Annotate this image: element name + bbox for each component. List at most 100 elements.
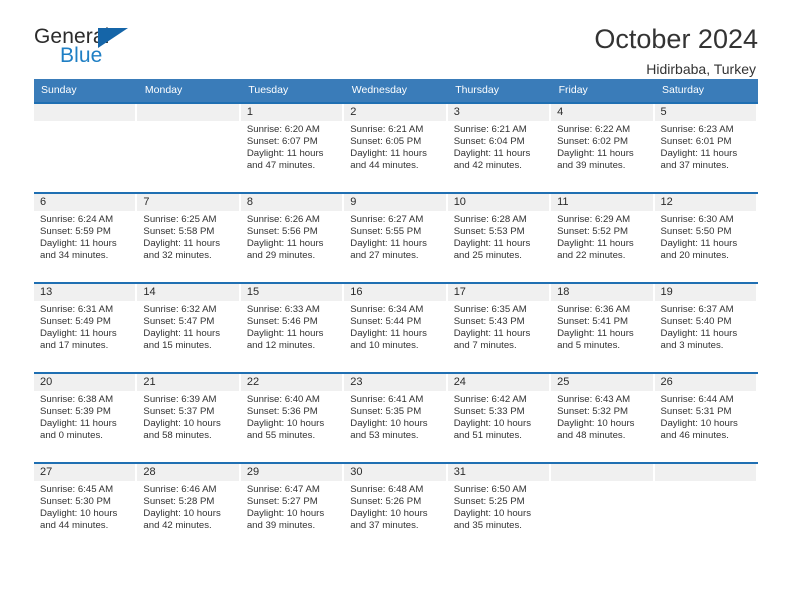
page-subtitle: Hidirbaba, Turkey xyxy=(646,61,756,78)
day-number: 26 xyxy=(654,374,758,391)
sunrise-text: Sunrise: 6:50 AM xyxy=(453,484,527,495)
calendar-day-cell[interactable]: 5 Sunrise: 6:23 AM Sunset: 6:01 PM Daylight… xyxy=(654,102,758,193)
weekday-header-row: Sunday Monday Tuesday Wednesday Thursday… xyxy=(34,79,759,103)
day-number: 28 xyxy=(137,464,241,481)
calendar-day-cell[interactable]: 14 Sunrise: 6:32 AM Sunset: 5:47 PM Dayligh… xyxy=(137,282,241,373)
day-cell-inner: 23 Sunrise: 6:41 AM Sunset: 5:35 PM Dayligh… xyxy=(344,374,448,462)
calendar-day-cell[interactable]: 8 Sunrise: 6:26 AM Sunset: 5:56 PM Daylight… xyxy=(240,192,345,283)
day-cell-inner xyxy=(551,464,655,552)
calendar-day-cell[interactable]: 24 Sunrise: 6:42 AM Sunset: 5:33 PM Dayligh… xyxy=(447,372,552,463)
calendar-day-cell[interactable]: 12 Sunrise: 6:30 AM Sunset: 5:50 PM Dayligh… xyxy=(654,192,758,283)
day-details: Sunrise: 6:36 AM Sunset: 5:41 PM Daylight:… xyxy=(551,301,654,352)
day-number: 24 xyxy=(447,374,552,391)
daylight-text-line2: and 46 minutes. xyxy=(660,430,729,442)
day-number: 14 xyxy=(137,284,241,301)
calendar-day-cell[interactable]: 11 Sunrise: 6:29 AM Sunset: 5:52 PM Dayligh… xyxy=(551,192,655,283)
day-number: 16 xyxy=(344,284,448,301)
page-header: General Blue October 2024 Hidirbaba, Tur… xyxy=(34,0,758,77)
day-details: Sunrise: 6:23 AM Sunset: 6:01 PM Daylight:… xyxy=(655,121,758,172)
day-cell-inner: 9 Sunrise: 6:27 AM Sunset: 5:55 PM Daylight… xyxy=(344,194,448,282)
calendar-day-cell[interactable]: 6 Sunrise: 6:24 AM Sunset: 5:59 PM Daylight… xyxy=(34,192,138,283)
calendar-day-cell[interactable]: 30 Sunrise: 6:48 AM Sunset: 5:26 PM Dayligh… xyxy=(344,462,448,553)
calendar-day-cell[interactable]: 7 Sunrise: 6:25 AM Sunset: 5:58 PM Daylight… xyxy=(137,192,241,283)
daylight-text-line1: Daylight: 11 hours xyxy=(40,238,117,250)
calendar-day-cell[interactable]: 15 Sunrise: 6:33 AM Sunset: 5:46 PM Dayligh… xyxy=(240,282,345,373)
calendar-day-cell[interactable]: 19 Sunrise: 6:37 AM Sunset: 5:40 PM Dayligh… xyxy=(654,282,758,373)
daylight-text-line2: and 20 minutes. xyxy=(660,250,729,262)
calendar-day-cell[interactable]: 21 Sunrise: 6:39 AM Sunset: 5:37 PM Dayligh… xyxy=(137,372,241,463)
calendar-day-cell[interactable]: 23 Sunrise: 6:41 AM Sunset: 5:35 PM Dayligh… xyxy=(344,372,448,463)
calendar-day-cell[interactable]: 26 Sunrise: 6:44 AM Sunset: 5:31 PM Dayligh… xyxy=(654,372,758,463)
day-details: Sunrise: 6:47 AM Sunset: 5:27 PM Daylight:… xyxy=(241,481,344,532)
sunrise-text: Sunrise: 6:43 AM xyxy=(557,394,631,405)
calendar-day-cell[interactable]: 31 Sunrise: 6:50 AM Sunset: 5:25 PM Dayligh… xyxy=(447,462,552,553)
day-number: 18 xyxy=(551,284,655,301)
calendar-day-cell[interactable]: 20 Sunrise: 6:38 AM Sunset: 5:39 PM Dayligh… xyxy=(34,372,138,463)
calendar-day-cell[interactable]: 4 Sunrise: 6:22 AM Sunset: 6:02 PM Daylight… xyxy=(551,102,655,193)
calendar-body: 1 Sunrise: 6:20 AM Sunset: 6:07 PM Daylight… xyxy=(34,102,758,553)
daylight-text-line1: Daylight: 11 hours xyxy=(660,328,738,340)
calendar-day-cell[interactable]: 16 Sunrise: 6:34 AM Sunset: 5:44 PM Dayligh… xyxy=(344,282,448,373)
sunset-text: Sunset: 5:49 PM xyxy=(40,316,111,328)
daylight-text-line1: Daylight: 10 hours xyxy=(453,508,532,520)
calendar-day-cell[interactable]: 10 Sunrise: 6:28 AM Sunset: 5:53 PM Dayligh… xyxy=(447,192,552,283)
daylight-text-line2: and 58 minutes. xyxy=(143,430,212,442)
calendar-day-cell[interactable]: 27 Sunrise: 6:45 AM Sunset: 5:30 PM Dayligh… xyxy=(34,462,138,553)
day-number: 10 xyxy=(447,194,552,211)
day-cell-inner: 27 Sunrise: 6:45 AM Sunset: 5:30 PM Dayligh… xyxy=(34,464,138,552)
day-cell-inner: 28 Sunrise: 6:46 AM Sunset: 5:28 PM Dayligh… xyxy=(137,464,241,552)
weekday-header-tuesday: Tuesday xyxy=(240,79,345,103)
day-number: 17 xyxy=(447,284,552,301)
sunset-text: Sunset: 5:25 PM xyxy=(453,496,525,508)
sunrise-text: Sunrise: 6:30 AM xyxy=(660,214,734,225)
daylight-text-line1: Daylight: 11 hours xyxy=(660,238,738,250)
daylight-text-line2: and 32 minutes. xyxy=(143,250,212,262)
daylight-text-line2: and 47 minutes. xyxy=(246,160,316,172)
day-details: Sunrise: 6:50 AM Sunset: 5:25 PM Daylight:… xyxy=(448,481,551,532)
day-details: Sunrise: 6:29 AM Sunset: 5:52 PM Daylight:… xyxy=(551,211,654,262)
daylight-text-line1: Daylight: 11 hours xyxy=(350,148,427,160)
day-number: 29 xyxy=(240,464,345,481)
day-number: 9 xyxy=(344,194,448,211)
day-number: 3 xyxy=(447,104,552,121)
daylight-text-line1: Daylight: 10 hours xyxy=(40,508,118,520)
sunrise-text: Sunrise: 6:22 AM xyxy=(557,124,631,135)
calendar-day-cell-empty xyxy=(34,102,138,193)
sunrise-text: Sunrise: 6:47 AM xyxy=(246,484,320,495)
day-details: Sunrise: 6:38 AM Sunset: 5:39 PM Daylight:… xyxy=(34,391,137,442)
calendar-day-cell[interactable]: 13 Sunrise: 6:31 AM Sunset: 5:49 PM Dayligh… xyxy=(34,282,138,373)
day-number xyxy=(551,464,655,481)
calendar-day-cell[interactable]: 1 Sunrise: 6:20 AM Sunset: 6:07 PM Daylight… xyxy=(240,102,345,193)
daylight-text-line2: and 53 minutes. xyxy=(350,430,419,442)
day-number: 25 xyxy=(551,374,655,391)
day-cell-inner: 19 Sunrise: 6:37 AM Sunset: 5:40 PM Dayligh… xyxy=(654,284,758,372)
calendar-day-cell[interactable]: 22 Sunrise: 6:40 AM Sunset: 5:36 PM Dayligh… xyxy=(240,372,345,463)
day-details: Sunrise: 6:20 AM Sunset: 6:07 PM Daylight:… xyxy=(241,121,344,172)
calendar-day-cell[interactable]: 28 Sunrise: 6:46 AM Sunset: 5:28 PM Dayligh… xyxy=(137,462,241,553)
calendar-week-row: 1 Sunrise: 6:20 AM Sunset: 6:07 PM Daylight… xyxy=(34,102,758,193)
daylight-text-line1: Daylight: 10 hours xyxy=(660,418,738,430)
day-cell-inner: 25 Sunrise: 6:43 AM Sunset: 5:32 PM Dayligh… xyxy=(551,374,655,462)
sunset-text: Sunset: 6:01 PM xyxy=(660,136,732,148)
calendar-day-cell[interactable]: 2 Sunrise: 6:21 AM Sunset: 6:05 PM Daylight… xyxy=(344,102,448,193)
daylight-text-line2: and 17 minutes. xyxy=(40,340,109,352)
daylight-text-line1: Daylight: 10 hours xyxy=(246,508,325,520)
day-number: 19 xyxy=(654,284,758,301)
sunrise-text: Sunrise: 6:20 AM xyxy=(246,124,320,135)
calendar-week-row: 27 Sunrise: 6:45 AM Sunset: 5:30 PM Dayligh… xyxy=(34,462,758,553)
calendar-day-cell[interactable]: 25 Sunrise: 6:43 AM Sunset: 5:32 PM Dayligh… xyxy=(551,372,655,463)
sunrise-text: Sunrise: 6:48 AM xyxy=(350,484,424,495)
day-cell-inner: 6 Sunrise: 6:24 AM Sunset: 5:59 PM Daylight… xyxy=(34,194,138,282)
calendar-day-cell[interactable]: 9 Sunrise: 6:27 AM Sunset: 5:55 PM Daylight… xyxy=(344,192,448,283)
calendar-day-cell[interactable]: 18 Sunrise: 6:36 AM Sunset: 5:41 PM Dayligh… xyxy=(551,282,655,373)
daylight-text-line2: and 42 minutes. xyxy=(143,520,212,532)
day-cell-inner: 2 Sunrise: 6:21 AM Sunset: 6:05 PM Daylight… xyxy=(344,104,448,192)
sunrise-text: Sunrise: 6:28 AM xyxy=(453,214,527,225)
calendar-day-cell[interactable]: 29 Sunrise: 6:47 AM Sunset: 5:27 PM Dayligh… xyxy=(240,462,345,553)
sunset-text: Sunset: 5:52 PM xyxy=(557,226,629,238)
calendar-day-cell[interactable]: 3 Sunrise: 6:21 AM Sunset: 6:04 PM Daylight… xyxy=(447,102,552,193)
calendar-day-cell-empty xyxy=(137,102,241,193)
day-details xyxy=(34,121,137,124)
calendar-day-cell[interactable]: 17 Sunrise: 6:35 AM Sunset: 5:43 PM Dayligh… xyxy=(447,282,552,373)
day-cell-inner xyxy=(654,464,758,552)
